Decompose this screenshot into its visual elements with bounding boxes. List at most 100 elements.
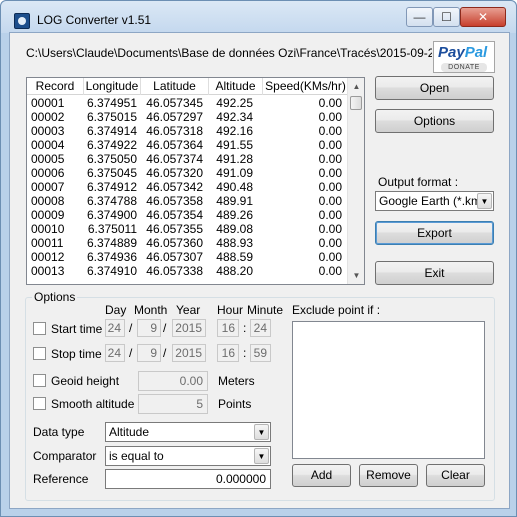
table-row[interactable]: 00009 6.374900 46.057354 489.26 0.00 [27, 208, 349, 222]
list-header: Record Longitude Latitude Altitude Speed… [27, 78, 349, 95]
chevron-down-icon[interactable]: ▼ [254, 424, 269, 440]
comparator-value: is equal to [109, 449, 164, 463]
donate-label: DONATE [441, 63, 487, 72]
table-row[interactable]: 00003 6.374914 46.057318 492.16 0.00 [27, 124, 349, 138]
altitude-cell: 490.48 [216, 180, 253, 194]
options-group-legend: Options [32, 290, 78, 304]
start-year-field[interactable]: 2015 [172, 319, 206, 337]
data-type-select[interactable]: Altitude ▼ [105, 422, 271, 442]
table-row[interactable]: 00001 6.374951 46.057345 492.25 0.00 [27, 96, 349, 110]
chevron-down-icon[interactable]: ▼ [254, 448, 269, 464]
table-row[interactable]: 00005 6.375050 46.057374 491.28 0.00 [27, 152, 349, 166]
exclude-point-label: Exclude point if : [292, 303, 381, 317]
stop-hour-field[interactable]: 16 [217, 344, 239, 362]
close-button[interactable]: ✕ [460, 7, 506, 27]
table-row[interactable]: 00012 6.374936 46.057307 488.59 0.00 [27, 250, 349, 264]
latitude-cell: 46.057355 [146, 222, 203, 236]
chevron-down-icon[interactable]: ▼ [477, 193, 492, 209]
column-header-altitude[interactable]: Altitude [209, 78, 263, 95]
speed-cell: 0.00 [318, 250, 342, 264]
column-header-longitude[interactable]: Longitude [84, 78, 141, 95]
geoid-height-checkbox[interactable] [33, 374, 46, 387]
start-hour-field[interactable]: 16 [217, 319, 239, 337]
altitude-cell: 488.59 [216, 250, 253, 264]
stop-time-checkbox[interactable] [33, 347, 46, 360]
smooth-altitude-unit: Points [218, 397, 252, 411]
longitude-cell: 6.375015 [86, 110, 137, 124]
paypal-donate-button[interactable]: PayPal DONATE [433, 41, 495, 73]
speed-cell: 0.00 [318, 180, 342, 194]
record-cell: 00007 [31, 180, 65, 194]
latitude-cell: 46.057297 [146, 110, 203, 124]
options-button[interactable]: Options [375, 109, 494, 133]
table-row[interactable]: 00002 6.375015 46.057297 492.34 0.00 [27, 110, 349, 124]
altitude-cell: 491.55 [216, 138, 253, 152]
table-row[interactable]: 00011 6.374889 46.057360 488.93 0.00 [27, 236, 349, 250]
start-minute-field[interactable]: 24 [250, 319, 271, 337]
column-header-latitude[interactable]: Latitude [141, 78, 209, 95]
scroll-thumb[interactable] [350, 96, 362, 110]
latitude-cell: 46.057354 [146, 208, 203, 222]
scroll-up-arrow-icon[interactable]: ▲ [348, 78, 364, 95]
client-area: C:\Users\Claude\Documents\Base de donnée… [9, 32, 510, 509]
minimize-button[interactable]: — [406, 7, 433, 27]
app-window: LOG Converter v1.51 — ☐ ✕ C:\Users\Claud… [0, 0, 517, 517]
smooth-altitude-checkbox[interactable] [33, 397, 46, 410]
altitude-cell: 489.08 [216, 222, 253, 236]
table-row[interactable]: 00010 6.375011 46.057355 489.08 0.00 [27, 222, 349, 236]
stop-minute-field[interactable]: 59 [250, 344, 271, 362]
smooth-altitude-field[interactable]: 5 [138, 394, 208, 414]
stop-time-label: Stop time [51, 347, 102, 361]
track-points-list[interactable]: Record Longitude Latitude Altitude Speed… [26, 77, 365, 285]
stop-year-field[interactable]: 2015 [172, 344, 206, 362]
paypal-logo: PayPal [438, 44, 488, 61]
speed-cell: 0.00 [318, 166, 342, 180]
longitude-cell: 6.375011 [87, 222, 137, 236]
remove-button[interactable]: Remove [359, 464, 418, 487]
app-icon[interactable] [14, 13, 30, 29]
comparator-label: Comparator [33, 449, 97, 463]
table-row[interactable]: 00006 6.375045 46.057320 491.09 0.00 [27, 166, 349, 180]
hour-column-label: Hour [217, 303, 244, 317]
record-cell: 00003 [31, 124, 65, 138]
longitude-cell: 6.374936 [86, 250, 137, 264]
column-header-speed[interactable]: Speed(KMs/hr) [263, 78, 349, 95]
start-time-separator: : [243, 321, 247, 335]
stop-month-field[interactable]: 9 [137, 344, 161, 362]
start-time-checkbox[interactable] [33, 322, 46, 335]
reference-field[interactable]: 0.000000 [105, 469, 271, 489]
data-type-label: Data type [33, 425, 85, 439]
start-month-field[interactable]: 9 [137, 319, 161, 337]
title-bar[interactable]: LOG Converter v1.51 — ☐ ✕ [1, 1, 516, 33]
column-header-record[interactable]: Record [27, 78, 84, 95]
list-scrollbar[interactable]: ▲ ▼ [347, 78, 364, 284]
stop-date-separator: / [163, 346, 167, 360]
table-row[interactable]: 00008 6.374788 46.057358 489.91 0.00 [27, 194, 349, 208]
speed-cell: 0.00 [318, 264, 342, 278]
add-button[interactable]: Add [292, 464, 351, 487]
exit-button[interactable]: Exit [375, 261, 494, 285]
geoid-height-field[interactable]: 0.00 [138, 371, 208, 391]
latitude-cell: 46.057364 [146, 138, 203, 152]
latitude-cell: 46.057358 [146, 194, 203, 208]
table-row[interactable]: 00004 6.374922 46.057364 491.55 0.00 [27, 138, 349, 152]
record-cell: 00009 [31, 208, 65, 222]
data-type-value: Altitude [109, 425, 150, 439]
comparator-select[interactable]: is equal to ▼ [105, 446, 271, 466]
output-format-select[interactable]: Google Earth (*.kml) ▼ [375, 191, 494, 211]
export-button[interactable]: Export [375, 221, 494, 245]
geoid-height-unit: Meters [218, 374, 255, 388]
stop-day-field[interactable]: 24 [105, 344, 125, 362]
speed-cell: 0.00 [318, 96, 342, 110]
table-row[interactable]: 00013 6.374910 46.057338 488.20 0.00 [27, 264, 349, 278]
month-column-label: Month [134, 303, 168, 317]
scroll-down-arrow-icon[interactable]: ▼ [348, 267, 364, 284]
clear-button[interactable]: Clear [426, 464, 485, 487]
maximize-button[interactable]: ☐ [433, 7, 460, 27]
exclude-conditions-list[interactable] [292, 321, 485, 459]
table-row[interactable]: 00007 6.374912 46.057342 490.48 0.00 [27, 180, 349, 194]
smooth-altitude-label: Smooth altitude [51, 397, 135, 411]
open-button[interactable]: Open [375, 76, 494, 100]
minute-column-label: Minute [247, 303, 284, 317]
start-day-field[interactable]: 24 [105, 319, 125, 337]
